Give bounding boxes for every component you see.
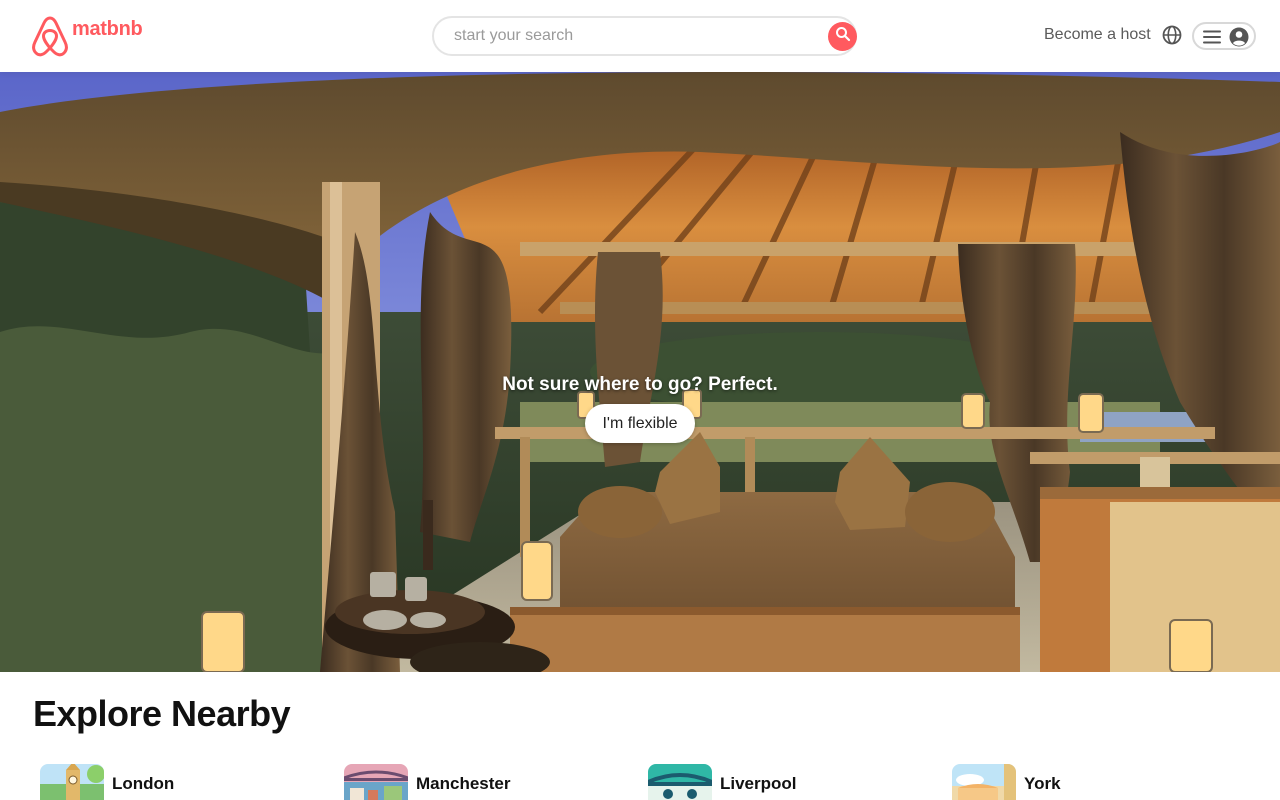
hero-copy: Not sure where to go? Perfect. bbox=[0, 374, 1280, 396]
york-thumbnail bbox=[952, 764, 1016, 800]
search-button[interactable] bbox=[828, 22, 857, 51]
nearby-item-liverpool[interactable]: Liverpool bbox=[648, 764, 797, 800]
nearby-item-name: Liverpool bbox=[720, 774, 797, 793]
brand-name: matbnb bbox=[72, 18, 143, 40]
search-input[interactable] bbox=[454, 18, 824, 54]
airbnb-logo-icon bbox=[30, 14, 70, 58]
globe-icon[interactable] bbox=[1161, 24, 1183, 51]
nearby-item-name: York bbox=[1024, 774, 1061, 793]
hamburger-menu-icon bbox=[1203, 29, 1221, 50]
nearby-item-name: Manchester bbox=[416, 774, 511, 793]
liverpool-thumbnail bbox=[648, 764, 712, 800]
brand-logo[interactable]: matbnb bbox=[30, 14, 143, 58]
im-flexible-button[interactable]: I'm flexible bbox=[585, 404, 695, 443]
become-host-link[interactable]: Become a host bbox=[1044, 26, 1151, 44]
nearby-item-york[interactable]: York bbox=[952, 764, 1061, 800]
user-menu-button[interactable] bbox=[1192, 22, 1256, 50]
top-navbar: matbnb Become a host bbox=[0, 0, 1280, 72]
search-icon bbox=[835, 26, 851, 47]
nearby-item-name: London bbox=[112, 774, 175, 793]
manchester-thumbnail bbox=[344, 764, 408, 800]
nearby-item-london[interactable]: London bbox=[40, 764, 174, 800]
hero-image bbox=[0, 72, 1280, 672]
london-thumbnail bbox=[40, 764, 104, 800]
hero-title: Not sure where to go? Perfect. bbox=[502, 374, 778, 395]
explore-nearby-heading: Explore Nearby bbox=[33, 693, 291, 734]
nearby-item-manchester[interactable]: Manchester bbox=[344, 764, 510, 800]
user-avatar-icon bbox=[1229, 27, 1249, 52]
hero-banner: Not sure where to go? Perfect. I'm flexi… bbox=[0, 72, 1280, 672]
search-bar bbox=[432, 16, 857, 56]
nearby-locations-list: London Manchester Liverpool York bbox=[40, 764, 1260, 800]
